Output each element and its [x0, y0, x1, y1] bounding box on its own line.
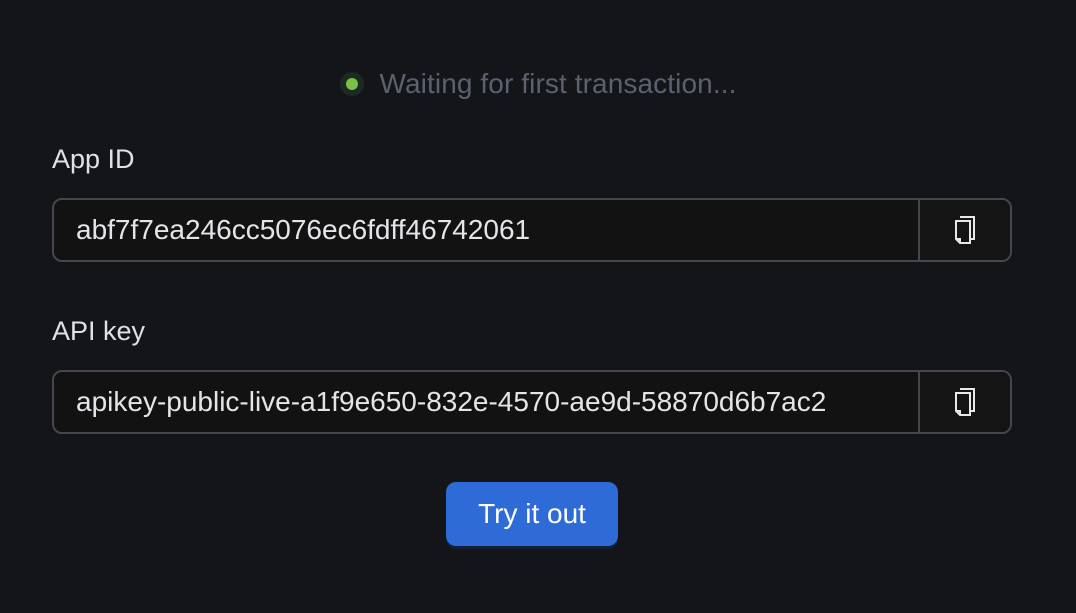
app-id-field: abf7f7ea246cc5076ec6fdff46742061 [52, 198, 1012, 262]
app-id-label: App ID [52, 144, 135, 174]
copy-api-key-button[interactable] [918, 372, 1010, 432]
transaction-status: Waiting for first transaction... [0, 66, 1076, 102]
copy-icon [955, 216, 975, 244]
api-key-value[interactable]: apikey-public-live-a1f9e650-832e-4570-ae… [54, 372, 918, 432]
api-key-label: API key [52, 316, 146, 346]
status-indicator [339, 72, 364, 96]
api-credentials-panel: Waiting for first transaction... App ID … [0, 0, 1076, 613]
copy-app-id-button[interactable] [918, 200, 1010, 260]
app-id-value[interactable]: abf7f7ea246cc5076ec6fdff46742061 [54, 200, 918, 260]
status-dot-icon [345, 78, 358, 90]
status-text: Waiting for first transaction... [379, 68, 737, 99]
api-key-field: apikey-public-live-a1f9e650-832e-4570-ae… [52, 370, 1012, 434]
copy-icon [955, 388, 975, 416]
try-it-out-button[interactable]: Try it out [446, 482, 618, 546]
